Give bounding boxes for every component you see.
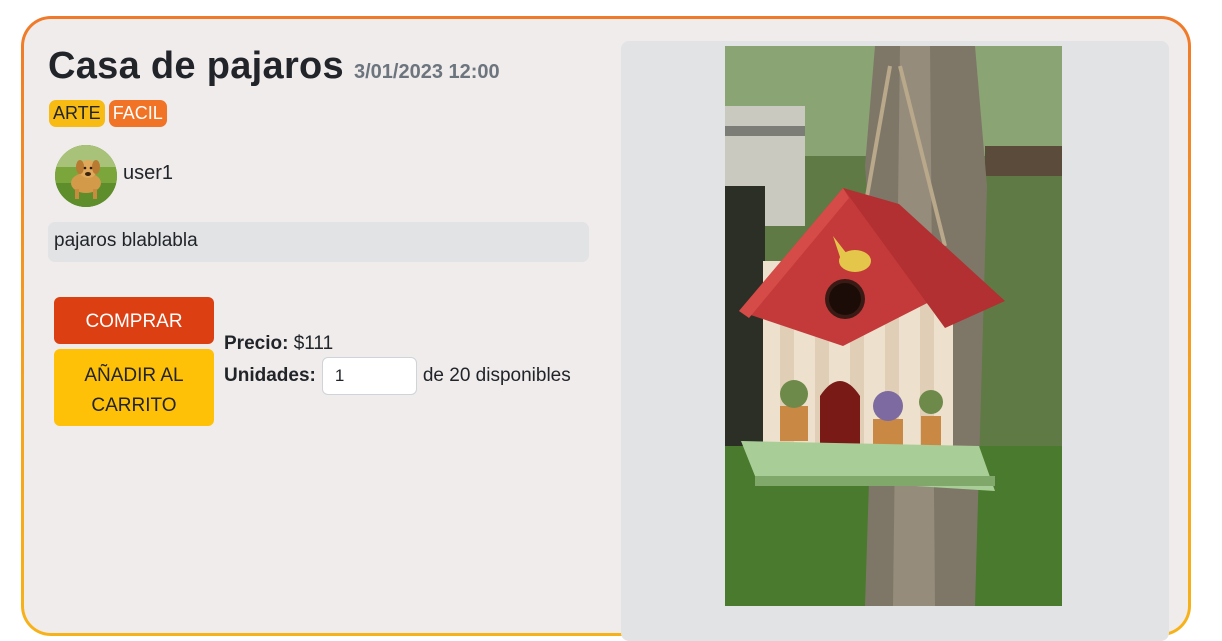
avatar[interactable]	[55, 145, 117, 207]
page-title: Casa de pajaros	[48, 45, 344, 87]
price-value: $111	[293, 333, 334, 354]
product-description: pajaros blablabla	[48, 222, 589, 262]
author[interactable]: user1	[55, 145, 173, 207]
add-to-cart-button[interactable]: AÑADIR AL CARRITO	[54, 349, 214, 426]
tag-badge-facil[interactable]: FACIL	[108, 100, 167, 127]
price-row: Precio: $111	[224, 333, 333, 355]
product-photo	[725, 46, 1062, 606]
product-image-panel	[621, 41, 1169, 641]
post-date: 3/01/2023 12:00	[353, 61, 500, 83]
price-label: Precio:	[224, 333, 289, 354]
units-label: Unidades:	[224, 365, 316, 386]
product-card: Casa de pajaros 3/01/2023 12:00 ARTE FAC…	[24, 19, 1188, 641]
units-input[interactable]	[321, 357, 417, 395]
tag-list: ARTE FACIL	[49, 100, 167, 127]
units-row: Unidades: de 20 disponibles	[224, 357, 571, 395]
product-card-border: Casa de pajaros 3/01/2023 12:00 ARTE FAC…	[21, 16, 1191, 641]
title-row: Casa de pajaros 3/01/2023 12:00	[48, 45, 500, 88]
buy-button[interactable]: COMPRAR	[54, 297, 214, 344]
author-username[interactable]: user1	[123, 162, 173, 185]
availability-text: de 20 disponibles	[422, 365, 571, 386]
tag-badge-arte[interactable]: ARTE	[49, 100, 105, 127]
